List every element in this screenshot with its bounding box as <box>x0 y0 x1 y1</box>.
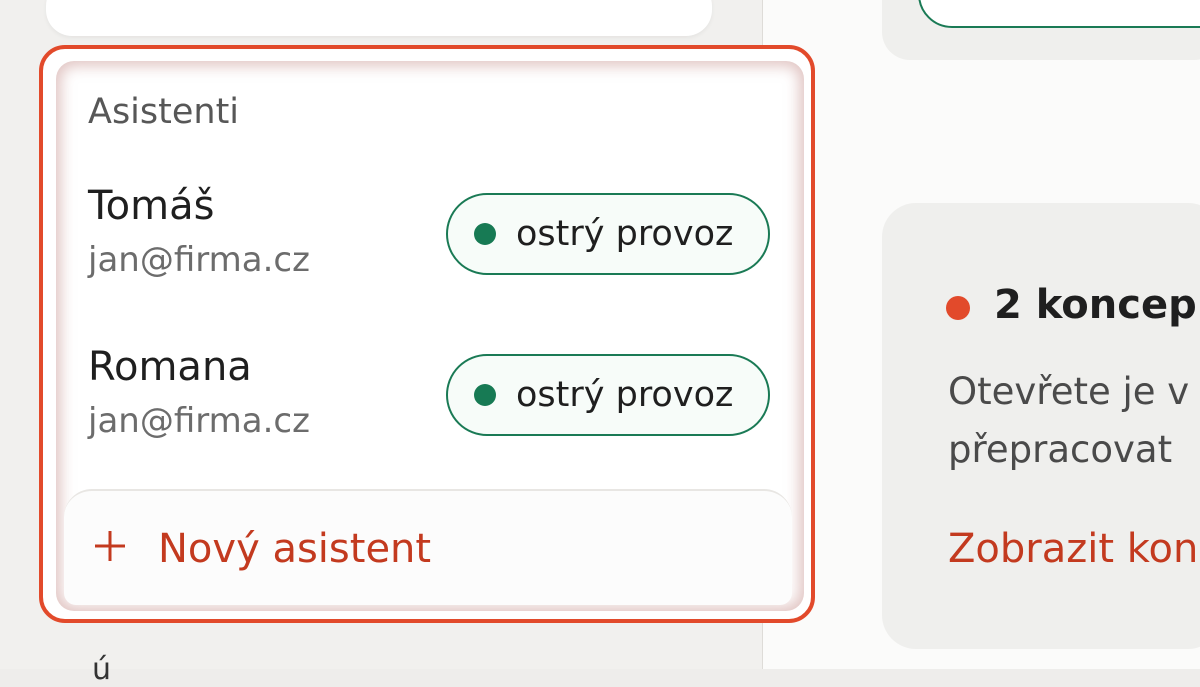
concepts-title: 2 koncep <box>994 282 1197 328</box>
plus-icon <box>92 524 128 572</box>
concepts-description-line: přepracovat <box>948 428 1173 471</box>
assistant-name: Tomáš <box>88 183 215 229</box>
status-label: ostrý provoz <box>516 375 734 415</box>
alert-dot-icon <box>946 296 970 320</box>
concepts-description-line: Otevřete je v <box>948 370 1190 413</box>
status-badge: ostrý provoz <box>446 354 770 436</box>
status-badge: ostrý provoz <box>446 193 770 275</box>
next-section-fragment: ú <box>92 652 152 687</box>
concepts-card: 2 koncep Otevřete je v přepracovat Zobra… <box>882 203 1200 649</box>
status-label: ostrý provoz <box>516 214 734 254</box>
assistants-section-title: Asistenti <box>88 92 240 132</box>
assistant-name: Romana <box>88 344 252 390</box>
concepts-description: Otevřete je v přepracovat <box>948 363 1200 479</box>
previous-sidebar-card <box>46 0 712 36</box>
show-concepts-link[interactable]: Zobrazit kon <box>948 523 1198 575</box>
new-assistant-label: Nový asistent <box>158 526 432 572</box>
status-dot-icon <box>474 223 496 245</box>
assistant-email: jan@firma.cz <box>88 401 310 441</box>
top-status-badge: y p <box>918 0 1200 28</box>
status-dot-icon <box>474 384 496 406</box>
new-assistant-button[interactable]: Nový asistent <box>64 489 792 605</box>
assistant-email: jan@firma.cz <box>88 240 310 280</box>
